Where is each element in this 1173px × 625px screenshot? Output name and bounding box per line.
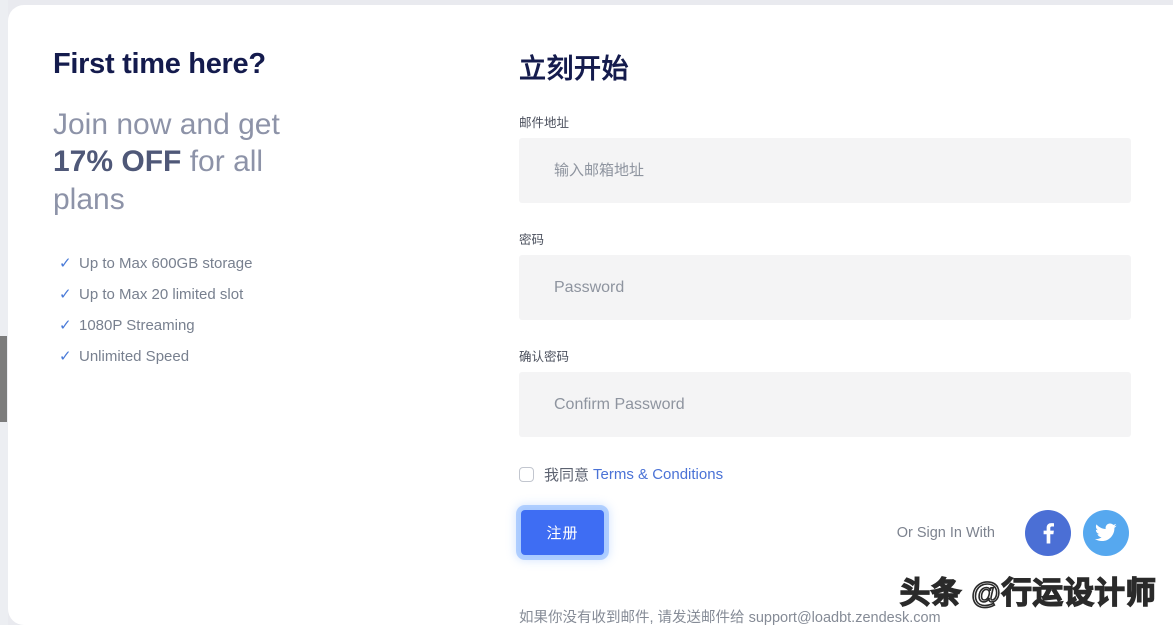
- promo-title: First time here?: [53, 48, 266, 80]
- feature-list: ✓ Up to Max 600GB storage ✓ Up to Max 20…: [53, 218, 453, 372]
- twitter-icon: [1095, 523, 1117, 542]
- confirm-password-field[interactable]: [519, 372, 1131, 437]
- page-scrollbar-track[interactable]: [0, 0, 8, 625]
- promo-subtitle: Join now and get 17% OFF for all plans: [53, 82, 313, 219]
- terms-row: 我同意 Terms & Conditions: [519, 464, 1131, 484]
- list-item: ✓ 1080P Streaming: [53, 310, 453, 341]
- password-label: 密码: [519, 233, 545, 247]
- email-label: 邮件地址: [519, 116, 570, 130]
- form-title: 立刻开始: [519, 54, 629, 84]
- feature-label: Up to Max 20 limited slot: [79, 286, 244, 304]
- page-scrollbar-thumb[interactable]: [0, 336, 7, 422]
- browser-viewport: First time here? Join now and get 17% OF…: [0, 0, 1173, 625]
- social-signin-label: Or Sign In With: [896, 524, 995, 541]
- terms-and-conditions-link[interactable]: Terms & Conditions: [593, 466, 723, 483]
- list-item: ✓ Unlimited Speed: [53, 341, 453, 372]
- facebook-icon: [1043, 522, 1054, 544]
- action-row: 注册 Or Sign In With: [519, 509, 1131, 568]
- feature-label: Up to Max 600GB storage: [79, 255, 253, 273]
- check-icon: ✓: [59, 317, 72, 335]
- promo-discount-accent: 17% OFF: [53, 145, 182, 179]
- support-note: 如果你没有收到邮件, 请发送邮件给 support@loadbt.zendesk…: [519, 610, 941, 625]
- email-field[interactable]: [519, 138, 1131, 203]
- promo-panel: First time here? Join now and get 17% OF…: [53, 47, 453, 372]
- terms-agree-label: 我同意: [544, 466, 590, 484]
- check-icon: ✓: [59, 348, 72, 366]
- facebook-signin-button[interactable]: [1025, 509, 1071, 556]
- register-button[interactable]: 注册: [521, 510, 604, 555]
- page-content-card: First time here? Join now and get 17% OF…: [8, 5, 1173, 625]
- terms-checkbox[interactable]: [519, 466, 534, 482]
- twitter-signin-button[interactable]: [1083, 509, 1129, 556]
- social-signin-group: Or Sign In With: [896, 509, 1129, 556]
- list-item: ✓ Up to Max 20 limited slot: [53, 279, 453, 310]
- password-field[interactable]: [519, 255, 1131, 320]
- signup-form: 立刻开始 邮件地址 密码 确认密码 我同意 Terms & Conditions…: [519, 47, 1131, 625]
- promo-subtitle-prefix: Join now and get: [53, 107, 280, 141]
- feature-label: 1080P Streaming: [79, 317, 195, 335]
- list-item: ✓ Up to Max 600GB storage: [53, 248, 453, 279]
- check-icon: ✓: [59, 255, 72, 273]
- feature-label: Unlimited Speed: [79, 348, 190, 366]
- check-icon: ✓: [59, 286, 72, 304]
- confirm-password-label: 确认密码: [519, 350, 570, 364]
